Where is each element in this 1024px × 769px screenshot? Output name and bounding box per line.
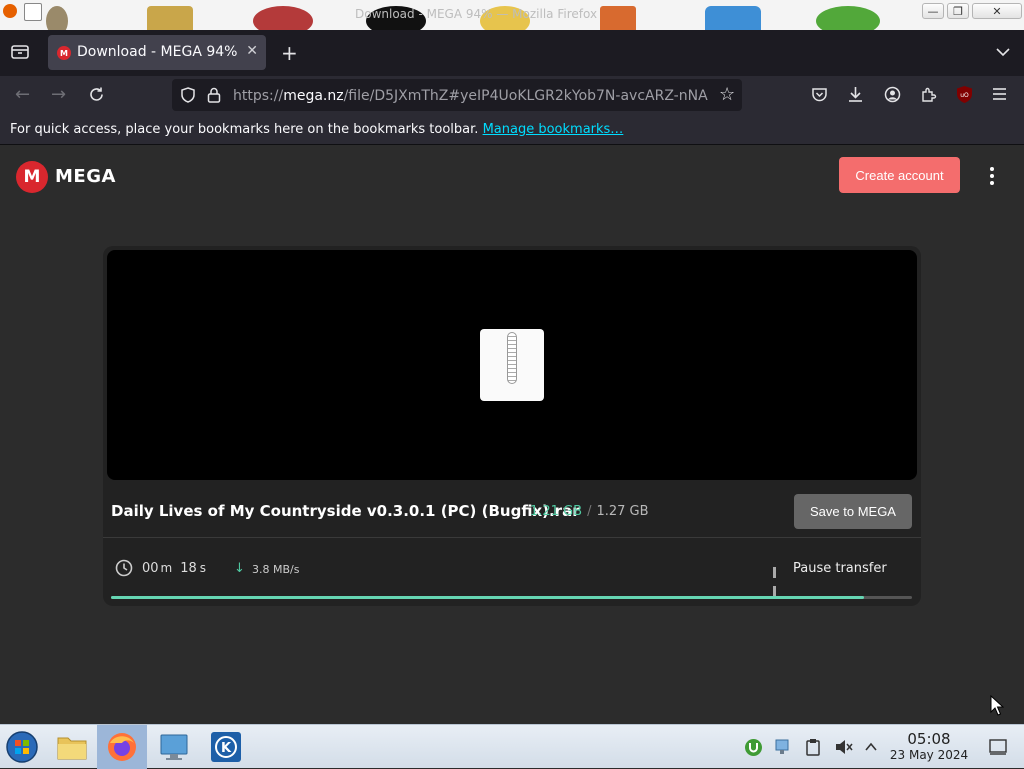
file-name: Daily Lives of My Countryside v0.3.0.1 (… — [111, 502, 580, 520]
window-titlebar: Download - MEGA 94% — Mozilla Firefox — … — [0, 0, 1024, 30]
minimize-button[interactable]: — — [922, 3, 944, 19]
time-remaining: 00 m 18 s — [142, 561, 206, 576]
volume-muted-icon[interactable] — [833, 737, 853, 757]
download-progress-bar — [111, 596, 912, 599]
show-desktop-icon[interactable] — [988, 737, 1008, 757]
taskbar: K 05:08 23 May 2024 — [0, 724, 1024, 769]
tracking-protection-shield-icon[interactable] — [180, 87, 196, 107]
desktop-wallpaper-icon — [147, 6, 193, 30]
clipboard-tray-icon[interactable] — [803, 737, 823, 757]
firefox-view-icon[interactable] — [11, 44, 29, 60]
taskbar-kde-icon[interactable]: K — [201, 725, 251, 769]
archive-file-icon — [480, 329, 544, 401]
download-speed: 3.8 MB/s — [252, 563, 300, 576]
new-tab-plus-icon[interactable]: + — [281, 43, 298, 63]
bookmark-star-icon[interactable]: ☆ — [719, 86, 735, 104]
file-preview-area — [107, 250, 917, 480]
clock-time: 05:08 — [907, 730, 951, 748]
download-progress-fill — [111, 596, 864, 599]
minimize-icon: — — [927, 4, 939, 18]
utorrent-tray-icon[interactable] — [743, 737, 763, 757]
close-button[interactable]: ✕ — [972, 3, 1022, 19]
time-seconds-unit: s — [199, 561, 207, 575]
firefox-app-icon — [3, 4, 17, 18]
mega-brand-text[interactable]: MEGA — [55, 166, 116, 187]
svg-text:uO: uO — [960, 92, 969, 99]
desktop-wallpaper-icon — [600, 6, 636, 30]
desktop-wallpaper-icon — [816, 6, 880, 30]
manage-bookmarks-link[interactable]: Manage bookmarks… — [483, 122, 624, 137]
taskbar-file-manager-icon[interactable] — [47, 725, 97, 769]
total-size: 1.27 GB — [596, 504, 649, 519]
size-separator: / — [587, 504, 592, 519]
taskbar-clock[interactable]: 05:08 23 May 2024 — [885, 731, 973, 763]
time-minutes: 00 — [142, 561, 159, 576]
ublock-origin-icon[interactable]: uO — [956, 85, 973, 108]
forward-arrow-icon[interactable]: → — [51, 86, 66, 104]
maximize-button[interactable]: ❐ — [947, 3, 969, 19]
url-host: mega.nz — [283, 88, 344, 104]
tab-mega-download[interactable]: M Download - MEGA 94% ✕ — [48, 35, 266, 70]
svg-text:K: K — [221, 741, 232, 756]
window-title: Download - MEGA 94% — Mozilla Firefox — [355, 7, 598, 21]
more-options-kebab-icon[interactable] — [984, 167, 1000, 187]
clock-date: 23 May 2024 — [889, 748, 969, 762]
desktop-wallpaper-icon — [253, 6, 313, 30]
maximize-icon: ❐ — [953, 4, 963, 18]
window-menu-icon[interactable] — [24, 3, 42, 21]
url-path: /file/D5JXmThZ#yeIP4UoKLGR2kYob7N-avcARZ… — [343, 88, 708, 104]
url-bar[interactable]: https://mega.nz/file/D5JXmThZ#yeIP4UoKLG… — [172, 79, 742, 111]
pocket-icon[interactable] — [811, 86, 828, 107]
bookmarks-toolbar: For quick access, place your bookmarks h… — [0, 114, 1024, 145]
time-minutes-unit: m — [160, 561, 173, 575]
downloaded-size: 1.21 GB — [530, 504, 583, 519]
network-tray-icon[interactable] — [772, 737, 792, 757]
taskbar-firefox-icon[interactable] — [97, 725, 147, 769]
desktop-wallpaper-icon — [46, 6, 68, 30]
account-icon[interactable] — [884, 86, 901, 107]
mega-favicon-icon: M — [57, 46, 71, 60]
zipper-icon — [507, 332, 517, 384]
mouse-cursor-icon — [990, 694, 1005, 721]
clock-icon — [115, 559, 133, 577]
bookmarks-message-text: For quick access, place your bookmarks h… — [10, 122, 479, 137]
lock-icon[interactable] — [207, 87, 221, 107]
download-speed-arrow-icon: ↓ — [234, 561, 245, 576]
desktop-wallpaper-icon — [705, 6, 761, 30]
show-hidden-icons-chevron-up-icon[interactable] — [861, 737, 881, 757]
app-menu-hamburger-icon[interactable] — [992, 87, 1007, 105]
pause-icon[interactable] — [773, 563, 783, 597]
tab-title: Download - MEGA 94% — [77, 44, 238, 60]
list-all-tabs-chevron-down-icon[interactable] — [995, 44, 1011, 64]
reload-icon[interactable] — [88, 86, 105, 107]
tab-close-icon[interactable]: ✕ — [246, 43, 258, 59]
navigation-toolbar: ← → https://mega.nz/file/D5JXmThZ#yeIP4U… — [0, 76, 1024, 114]
card-divider — [103, 537, 921, 538]
pause-transfer-button[interactable]: Pause transfer — [793, 561, 887, 576]
bookmarks-empty-message: For quick access, place your bookmarks h… — [10, 122, 623, 137]
save-to-mega-button[interactable]: Save to MEGA — [794, 494, 912, 529]
downloads-icon[interactable] — [847, 86, 864, 107]
url-text[interactable]: https://mega.nz/file/D5JXmThZ#yeIP4UoKLG… — [233, 88, 713, 104]
back-arrow-icon[interactable]: ← — [15, 86, 30, 104]
start-menu-button[interactable] — [0, 725, 44, 769]
time-seconds: 18 — [180, 561, 197, 576]
mega-logo-icon[interactable]: M — [16, 161, 48, 193]
url-scheme: https:// — [233, 88, 284, 104]
extensions-puzzle-icon[interactable] — [920, 86, 937, 107]
download-size: 1.21 GB / 1.27 GB — [530, 504, 649, 519]
taskbar-system-settings-icon[interactable] — [149, 725, 199, 769]
create-account-button[interactable]: Create account — [839, 157, 960, 193]
tab-strip: M Download - MEGA 94% ✕ + — [0, 30, 1024, 76]
close-icon: ✕ — [992, 4, 1002, 18]
download-card: Daily Lives of My Countryside v0.3.0.1 (… — [103, 246, 921, 606]
page-content: M MEGA Create account Daily Lives of My … — [0, 145, 1024, 724]
